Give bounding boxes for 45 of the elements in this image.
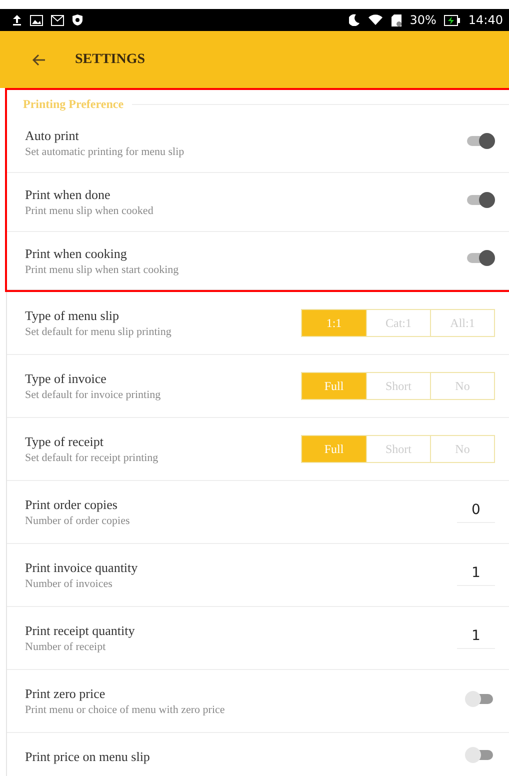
section-title: Printing Preference [23, 96, 124, 112]
setting-description: Set default for menu slip printing [25, 326, 172, 338]
number-field[interactable]: 1 [457, 628, 495, 649]
moon-icon [348, 14, 360, 26]
setting-title: Type of receipt [25, 434, 104, 450]
setting-title: Print price on menu slip [25, 749, 151, 765]
setting-description: Number of invoices [25, 578, 114, 590]
number-field[interactable]: 0 [457, 502, 495, 523]
shield-icon [72, 14, 83, 26]
setting-title: Print invoice quantity [25, 560, 139, 576]
setting-title: Print when cooking [25, 246, 128, 262]
setting-description: Print menu slip when start cooking [25, 264, 180, 276]
setting-title: Print when done [25, 187, 112, 203]
setting-title: Type of menu slip [25, 308, 120, 324]
setting-description: Print menu slip when cooked [25, 205, 154, 217]
toggle-switch[interactable] [465, 132, 495, 150]
setting-title: Print receipt quantity [25, 623, 136, 639]
setting-description: Print menu or choice of menu with zero price [25, 704, 226, 716]
wifi-icon [368, 14, 383, 26]
setting-title: Print order copies [25, 497, 118, 513]
clock-time: 14:40 [468, 13, 503, 27]
upload-icon [12, 14, 22, 26]
segment-option[interactable]: Full [302, 436, 366, 462]
back-button[interactable] [30, 52, 48, 68]
segment-option[interactable]: 1:1 [302, 310, 366, 336]
mail-icon [51, 14, 64, 26]
setting-description: Number of receipt [25, 641, 107, 653]
setting-title: Type of invoice [25, 371, 108, 387]
setting-title: Print zero price [25, 686, 106, 702]
toggle-switch[interactable] [465, 249, 495, 267]
number-field[interactable]: 1 [457, 565, 495, 586]
setting-description: Set automatic printing for menu slip [25, 146, 186, 158]
battery-percent: 30% [410, 13, 436, 27]
sd-card-icon [390, 14, 402, 26]
setting-description: Set default for receipt printing [25, 452, 160, 464]
setting-description: Number of order copies [25, 515, 131, 527]
image-icon [30, 14, 43, 26]
screen-title: SETTINGS [75, 52, 146, 68]
segment-option[interactable]: Full [302, 373, 366, 399]
toggle-switch[interactable] [465, 190, 495, 208]
battery-charging-icon [444, 14, 460, 26]
setting-description: Set default for invoice printing [25, 389, 162, 401]
toggle-switch[interactable] [465, 746, 495, 764]
setting-title: Auto print [25, 128, 80, 144]
toggle-switch[interactable] [465, 690, 495, 708]
